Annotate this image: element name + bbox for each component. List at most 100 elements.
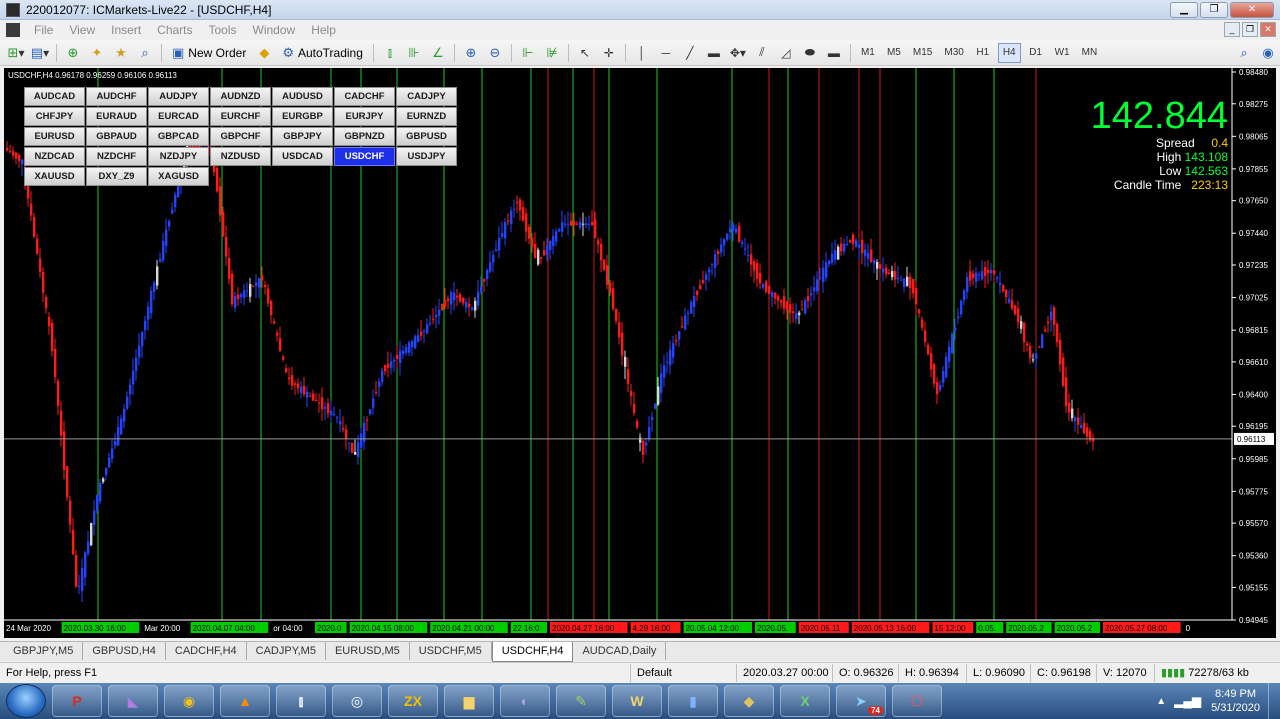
channel-icon[interactable]: ⫽	[752, 43, 772, 63]
tor-icon[interactable]: ◐	[500, 685, 550, 717]
tab-gbpjpy-m5[interactable]: GBPJPY,M5	[4, 642, 84, 660]
timeframe-m5[interactable]: M5	[883, 43, 905, 63]
symbol-button-gbpchf[interactable]: GBPCHF	[210, 127, 271, 146]
menu-window[interactable]: Window	[245, 23, 304, 37]
pinterest-icon[interactable]: P	[52, 685, 102, 717]
symbol-button-euraud[interactable]: EURAUD	[86, 107, 147, 126]
symbol-button-usdchf[interactable]: USDCHF	[334, 147, 395, 166]
chart-minimize-button[interactable]: _	[1224, 22, 1240, 37]
word-icon[interactable]: W	[612, 685, 662, 717]
show-desktop-button[interactable]	[1268, 683, 1280, 719]
symbol-button-xauusd[interactable]: XAUUSD	[24, 167, 85, 186]
tab-eurusd-m5[interactable]: EURUSD,M5	[326, 642, 410, 660]
symbol-button-audcad[interactable]: AUDCAD	[24, 87, 85, 106]
tab-gbpusd-h4[interactable]: GBPUSD,H4	[83, 642, 166, 660]
menu-charts[interactable]: Charts	[149, 23, 200, 37]
cursor-icon[interactable]: ↖	[575, 43, 595, 63]
market-watch-icon[interactable]: ⊕	[63, 43, 83, 63]
telegram-icon[interactable]: ➤ 74	[836, 685, 886, 717]
symbol-button-audusd[interactable]: AUDUSD	[272, 87, 333, 106]
bar-chart-icon[interactable]: ⫾	[380, 43, 400, 63]
symbol-button-nzdjpy[interactable]: NZDJPY	[148, 147, 209, 166]
timeframe-m1[interactable]: M1	[857, 43, 879, 63]
tab-usdchf-h4[interactable]: USDCHF,H4	[491, 642, 574, 662]
notebook-icon[interactable]: ▮	[668, 685, 718, 717]
chart-window-icon[interactable]	[6, 23, 20, 37]
symbol-button-eurcad[interactable]: EURCAD	[148, 107, 209, 126]
notepad-icon[interactable]: ✎	[556, 685, 606, 717]
timeframe-h4[interactable]: H4	[997, 42, 1021, 63]
timeframe-m30[interactable]: M30	[940, 43, 967, 63]
metaeditor-icon[interactable]: ◆	[254, 43, 274, 63]
menu-insert[interactable]: Insert	[103, 23, 149, 37]
candlestick-icon[interactable]: ⊪	[404, 43, 424, 63]
symbol-button-eurgbp[interactable]: EURGBP	[272, 107, 333, 126]
symbol-button-dxy-z9[interactable]: DXY_Z9	[86, 167, 147, 186]
symbol-button-eurnzd[interactable]: EURNZD	[396, 107, 457, 126]
pdf-icon[interactable]: ⎔	[892, 685, 942, 717]
symbol-button-gbpusd[interactable]: GBPUSD	[396, 127, 457, 146]
symbol-button-xagusd[interactable]: XAGUSD	[148, 167, 209, 186]
navigator-icon[interactable]: ★	[111, 43, 131, 63]
symbol-button-chfjpy[interactable]: CHFJPY	[24, 107, 85, 126]
restore-button[interactable]: ❐	[1200, 2, 1228, 18]
symbol-button-audjpy[interactable]: AUDJPY	[148, 87, 209, 106]
timeframe-mn[interactable]: MN	[1078, 43, 1102, 63]
zx-app-icon[interactable]: ZX	[388, 685, 438, 717]
search-icon[interactable]: ⌕	[1234, 43, 1254, 63]
tab-cadjpy-m5[interactable]: CADJPY,M5	[247, 642, 326, 660]
chrome-icon[interactable]: ◉	[164, 685, 214, 717]
network-signal-icon[interactable]: ▂▄▆	[1174, 694, 1201, 708]
menu-tools[interactable]: Tools	[201, 23, 245, 37]
symbol-button-nzdusd[interactable]: NZDUSD	[210, 147, 271, 166]
horizontal-line-icon[interactable]: ─	[656, 43, 676, 63]
symbol-button-eurusd[interactable]: EURUSD	[24, 127, 85, 146]
text-label-icon[interactable]: ▬	[824, 43, 844, 63]
menu-help[interactable]: Help	[303, 23, 344, 37]
symbol-button-audchf[interactable]: AUDCHF	[86, 87, 147, 106]
tab-audcad-daily[interactable]: AUDCAD,Daily	[573, 642, 667, 660]
data-window-icon[interactable]: ✦	[87, 43, 107, 63]
symbol-button-gbpaud[interactable]: GBPAUD	[86, 127, 147, 146]
trendline-icon[interactable]: ╱	[680, 43, 700, 63]
start-button[interactable]	[6, 684, 46, 718]
symbol-button-cadjpy[interactable]: CADJPY	[396, 87, 457, 106]
timeframe-h1[interactable]: H1	[972, 43, 994, 63]
profiles-icon[interactable]: ▤ ▾	[30, 43, 50, 63]
symbol-button-nzdchf[interactable]: NZDCHF	[86, 147, 147, 166]
rectangle-icon[interactable]: ▬	[704, 43, 724, 63]
symbol-button-usdjpy[interactable]: USDJPY	[396, 147, 457, 166]
timeframe-d1[interactable]: D1	[1025, 43, 1047, 63]
tab-cadchf-h4[interactable]: CADCHF,H4	[166, 642, 247, 660]
symbol-button-nzdcad[interactable]: NZDCAD	[24, 147, 85, 166]
vlc-icon[interactable]: ▲	[220, 685, 270, 717]
symbol-button-audnzd[interactable]: AUDNZD	[210, 87, 271, 106]
zoom-out-icon[interactable]: ⊖	[485, 43, 505, 63]
new-order-button[interactable]: ▣ New Order	[168, 43, 250, 63]
timeframe-w1[interactable]: W1	[1051, 43, 1074, 63]
menu-file[interactable]: File	[26, 23, 61, 37]
excel-icon[interactable]: X	[780, 685, 830, 717]
symbol-button-usdcad[interactable]: USDCAD	[272, 147, 333, 166]
ellipse-icon[interactable]: ⬬	[800, 43, 820, 63]
tray-expand-icon[interactable]: ▲	[1156, 696, 1166, 707]
chat-icon[interactable]: ◉	[1258, 43, 1278, 63]
file-explorer-icon[interactable]: ▆	[444, 685, 494, 717]
chart-close-button[interactable]: ✕	[1260, 22, 1276, 37]
symbol-button-eurjpy[interactable]: EURJPY	[334, 107, 395, 126]
new-chart-icon[interactable]: ⊞ ▾	[6, 43, 26, 63]
status-traffic[interactable]: ▮▮▮▮ 72278/63 kb	[1154, 663, 1280, 682]
menu-view[interactable]: View	[61, 23, 103, 37]
auto-scroll-icon[interactable]: ⊩	[518, 43, 538, 63]
folder-app-icon[interactable]: ◆	[724, 685, 774, 717]
shapes-icon[interactable]: ✥▾	[728, 43, 748, 63]
vertical-line-icon[interactable]: │	[632, 43, 652, 63]
fibonacci-icon[interactable]: ◿	[776, 43, 796, 63]
zoom-in-icon[interactable]: ⊕	[461, 43, 481, 63]
timeframe-m15[interactable]: M15	[909, 43, 936, 63]
crosshair-icon[interactable]: ✛	[599, 43, 619, 63]
symbol-button-gbpjpy[interactable]: GBPJPY	[272, 127, 333, 146]
system-clock[interactable]: 8:49 PM 5/31/2020	[1211, 687, 1260, 715]
status-profile[interactable]: Default	[630, 663, 736, 682]
minimize-button[interactable]: ▁	[1170, 2, 1198, 18]
